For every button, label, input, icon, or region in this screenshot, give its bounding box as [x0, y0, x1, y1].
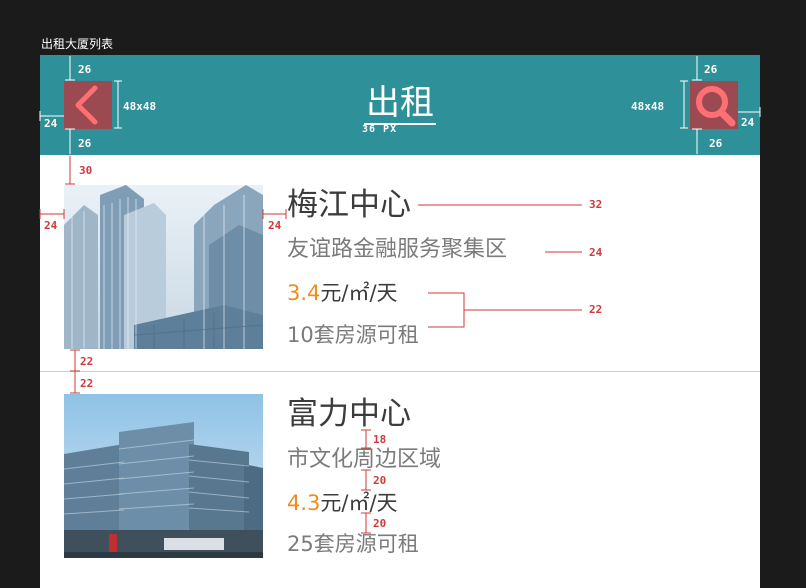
- page-caption: 出租大厦列表: [41, 37, 114, 51]
- price-value: 3.4: [287, 281, 321, 305]
- available-count: 25套房源可租: [287, 532, 419, 556]
- price-value: 4.3: [287, 491, 321, 515]
- available-count: 10套房源可租: [287, 323, 419, 347]
- price-unit: 元/㎡/天: [320, 491, 398, 515]
- building-region: 市文化周边区域: [287, 447, 442, 472]
- page-title: 出租: [360, 83, 440, 127]
- building-name: 梅江中心: [287, 187, 411, 223]
- header-bar: 出租 36 PX: [40, 55, 760, 155]
- search-icon: [696, 86, 736, 127]
- building-region: 友谊路金融服务聚集区: [287, 237, 508, 262]
- title-font-spec: 36 PX: [362, 124, 398, 135]
- chevron-left-icon: [75, 85, 98, 125]
- app-screen: 出租 36 PX 梅江中心 友谊路金融服务聚集区 3.4元/㎡/天 10套房源可…: [40, 55, 760, 588]
- building-price: 3.4元/㎡/天: [287, 279, 398, 307]
- page-title-text: 出租: [364, 83, 436, 125]
- building-photo: [64, 394, 263, 558]
- building-price: 4.3元/㎡/天: [287, 489, 398, 517]
- price-unit: 元/㎡/天: [320, 281, 398, 305]
- building-item[interactable]: 梅江中心 友谊路金融服务聚集区 3.4元/㎡/天 10套房源可租: [40, 155, 760, 371]
- building-name: 富力中心: [287, 396, 411, 432]
- building-item[interactable]: 富力中心 市文化周边区域 4.3元/㎡/天 25套房源可租: [40, 372, 760, 588]
- building-photo: [64, 185, 263, 349]
- back-button[interactable]: [64, 81, 112, 129]
- search-button[interactable]: [690, 81, 738, 129]
